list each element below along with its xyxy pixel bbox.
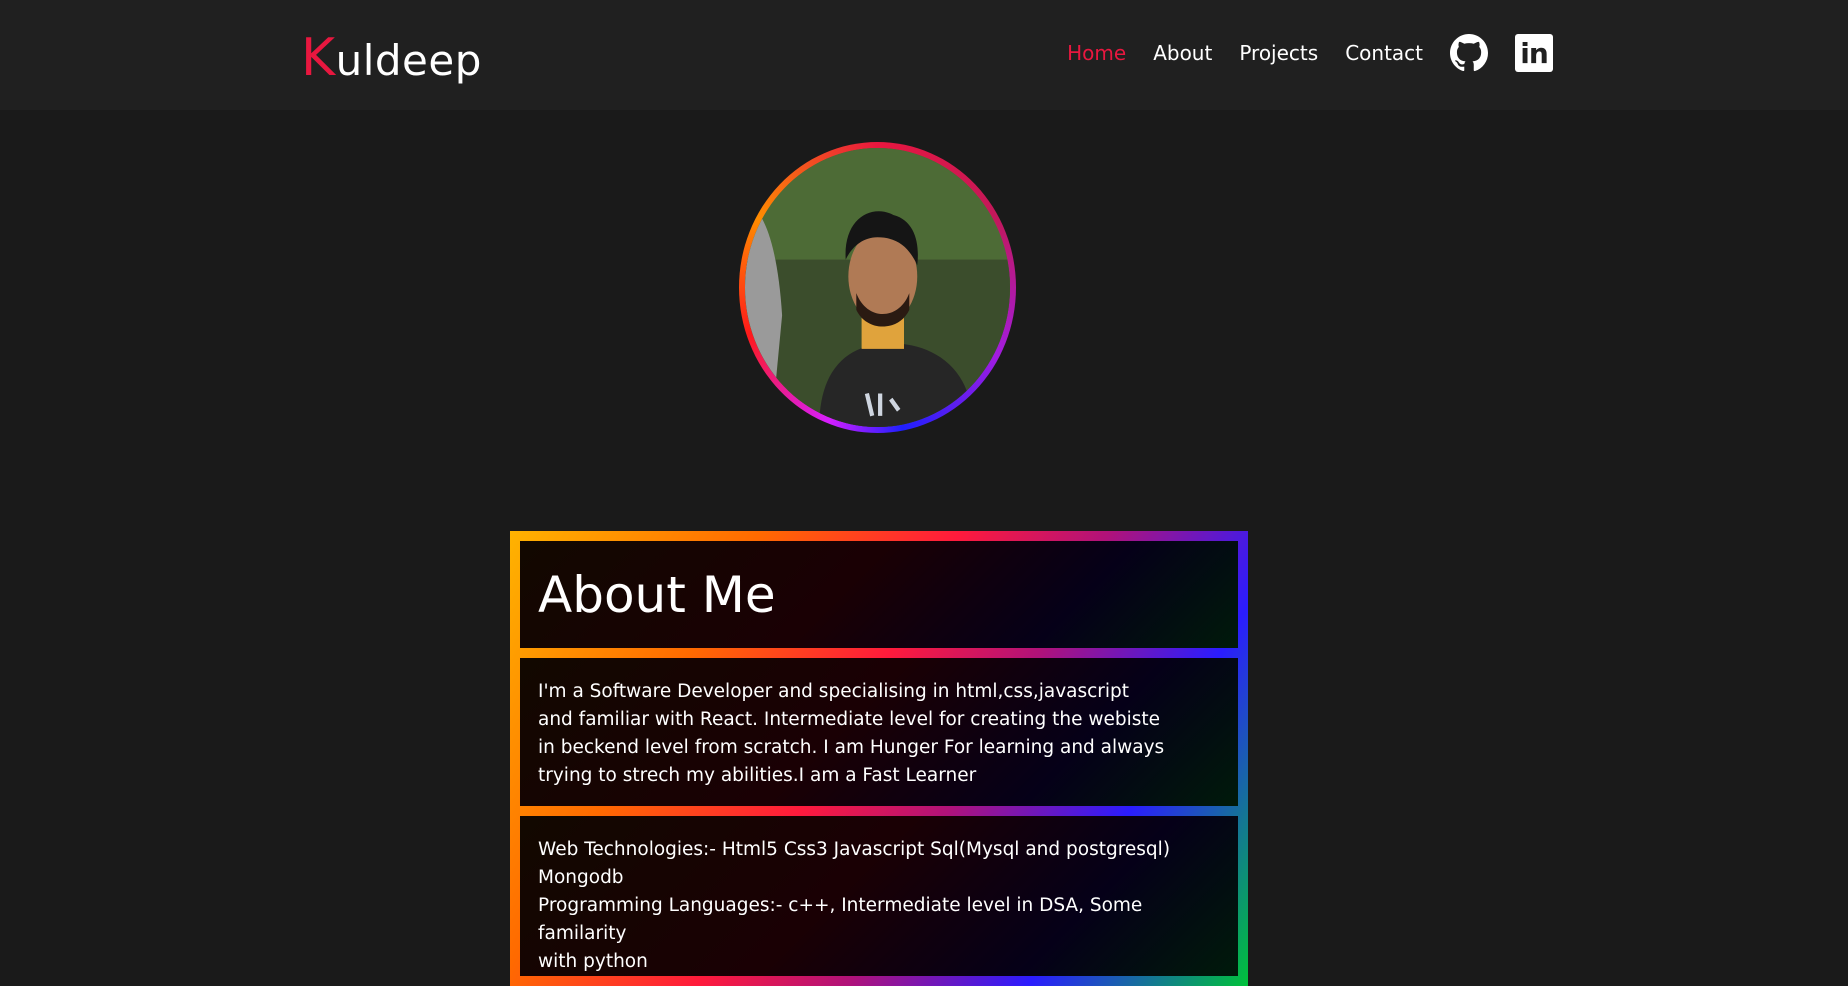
about-bio-section: I'm a Software Developer and specialisin… bbox=[520, 658, 1238, 806]
nav-link-about[interactable]: About bbox=[1153, 41, 1212, 65]
nav-links: Home About Projects Contact in bbox=[1067, 34, 1553, 72]
about-title: About Me bbox=[538, 565, 776, 624]
about-skills-text: Web Technologies:- Html5 Css3 Javascript… bbox=[538, 839, 1171, 972]
about-card: About Me I'm a Software Developer and sp… bbox=[510, 531, 1248, 986]
about-bio-text: I'm a Software Developer and specialisin… bbox=[538, 681, 1165, 786]
profile-photo-ring bbox=[739, 142, 1016, 433]
nav-link-contact[interactable]: Contact bbox=[1345, 41, 1423, 65]
profile-photo-image bbox=[745, 148, 1010, 427]
navbar: Kuldeep Home About Projects Contact in bbox=[0, 0, 1848, 110]
about-skills-section: Web Technologies:- Html5 Css3 Javascript… bbox=[520, 816, 1238, 976]
about-title-section: About Me bbox=[520, 541, 1238, 648]
github-icon[interactable] bbox=[1450, 34, 1488, 72]
logo-initial: K bbox=[301, 28, 336, 88]
logo-text: uldeep bbox=[335, 36, 482, 85]
linkedin-icon[interactable]: in bbox=[1515, 34, 1553, 72]
profile-photo bbox=[745, 148, 1010, 427]
nav-link-home[interactable]: Home bbox=[1067, 41, 1126, 65]
nav-link-projects[interactable]: Projects bbox=[1239, 41, 1318, 65]
logo[interactable]: Kuldeep bbox=[301, 28, 482, 88]
